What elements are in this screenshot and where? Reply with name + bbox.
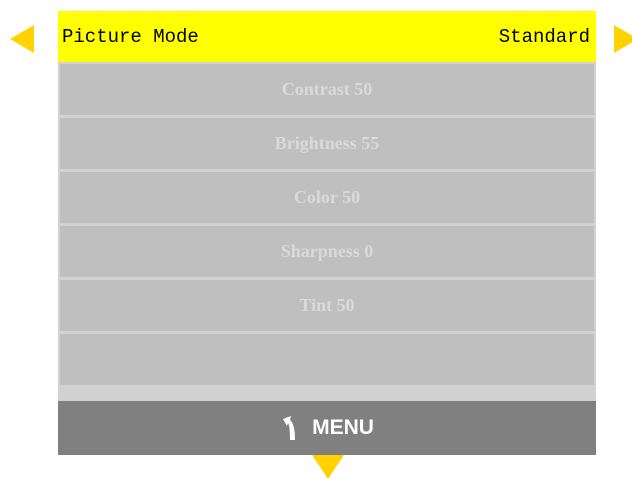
right-arrow-icon[interactable] xyxy=(614,25,632,53)
picture-menu: Picture Mode Standard Contrast 50 Bright… xyxy=(58,11,596,455)
menu-item-sharpness[interactable]: Sharpness 0 xyxy=(60,226,594,277)
menu-item-empty xyxy=(60,334,594,385)
menu-item-label: Tint 50 xyxy=(299,295,355,315)
menu-back-button[interactable]: MENU xyxy=(58,401,596,455)
menu-item-brightness[interactable]: Brightness 55 xyxy=(60,118,594,169)
menu-item-tint[interactable]: Tint 50 xyxy=(60,280,594,331)
settings-list: Contrast 50 Brightness 55 Color 50 Sharp… xyxy=(58,62,596,401)
back-arrow-icon xyxy=(280,415,298,441)
picture-mode-row[interactable]: Picture Mode Standard xyxy=(58,11,596,62)
menu-item-label: Brightness 55 xyxy=(274,133,380,153)
left-arrow-icon[interactable] xyxy=(10,25,34,53)
down-arrow-icon[interactable] xyxy=(312,455,344,479)
picture-mode-label: Picture Mode xyxy=(62,25,199,48)
menu-item-label: Color 50 xyxy=(293,187,361,207)
menu-item-color[interactable]: Color 50 xyxy=(60,172,594,223)
menu-label: MENU xyxy=(312,416,374,439)
menu-item-contrast[interactable]: Contrast 50 xyxy=(60,64,594,115)
menu-item-label: Sharpness 0 xyxy=(280,241,374,261)
menu-item-label: Contrast 50 xyxy=(281,79,373,99)
picture-mode-value: Standard xyxy=(498,25,590,48)
